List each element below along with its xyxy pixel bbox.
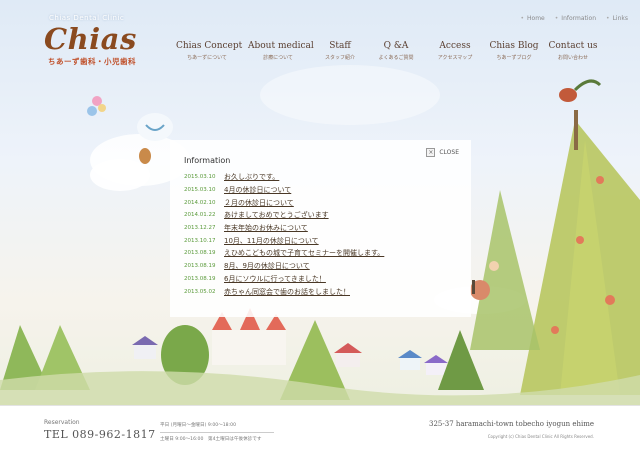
bullet-icon: • (554, 15, 559, 22)
phone-number[interactable]: TEL 089-962-1817 (44, 428, 156, 441)
news-date: 2013.10.17 (184, 237, 216, 244)
panel-title: Information (184, 156, 231, 165)
news-date: 2013.12.27 (184, 225, 216, 232)
nav-label: Chias Concept (176, 41, 243, 51)
news-item: 2014.01.22 あけましておめでとうございます (184, 209, 459, 222)
news-date: 2013.08.19 (184, 250, 216, 257)
hours-weekday: 平日 (月曜日～金曜日) 9:00～18:00 (160, 423, 236, 428)
news-link[interactable]: お久しぶりです。 (224, 172, 279, 182)
news-link[interactable]: 4月の休診日について (224, 185, 291, 195)
nav-sublabel: ちあーずについて (187, 55, 227, 61)
news-date: 2013.08.19 (184, 275, 216, 282)
news-item: 2013.05.02 赤ちゃん同窓会で歯のお話をしました！ (184, 285, 459, 298)
nav-sublabel: 診療について (263, 55, 293, 61)
opening-hours: 平日 (月曜日～金曜日) 9:00～18:00 土曜日 9:00～16:00 第… (160, 419, 274, 446)
top-link-label: Information (561, 15, 597, 22)
nav-sublabel: スタッフ紹介 (324, 55, 355, 61)
close-label: CLOSE (439, 149, 459, 156)
nav-item-medical[interactable]: About medical 診療について (248, 41, 314, 61)
nav-label: Staff (329, 41, 351, 51)
news-link[interactable]: 赤ちゃん同窓会で歯のお話をしました！ (224, 287, 350, 297)
news-date: 2013.05.02 (184, 288, 216, 295)
main-nav: Chias Concept ちあーずについて About medical 診療に… (0, 41, 640, 71)
bullet-icon: • (606, 15, 610, 22)
news-item: 2015.03.10 4月の休診日について (184, 184, 459, 197)
nav-sublabel: お問い合わせ (557, 55, 588, 61)
nav-label: Access (439, 41, 471, 51)
top-link-label: Links (612, 15, 628, 22)
news-link[interactable]: 6月にソウルに行ってきました！ (224, 274, 326, 284)
nav-label: About medical (248, 41, 314, 51)
news-link[interactable]: 年末年始のお休みについて (224, 223, 308, 233)
news-link[interactable]: 8月、9月の休診日について (224, 261, 310, 271)
utility-links: • Home • Information • Links (520, 15, 628, 22)
top-link-links[interactable]: • Links (606, 15, 628, 22)
news-item: 2013.12.27 年末年始のお休みについて (184, 222, 459, 235)
address: 325-37 haramachi-town tobecho iyogun ehi… (429, 420, 594, 428)
news-date: 2014.02.10 (184, 199, 216, 206)
news-item: 2015.03.10 お久しぶりです。 (184, 171, 459, 184)
news-date: 2015.03.10 (184, 174, 216, 181)
top-link-information[interactable]: • Information (555, 15, 596, 22)
bullet-icon: • (520, 15, 525, 22)
news-link[interactable]: ２月の休診日について (224, 198, 294, 208)
nav-sublabel: アクセスマップ (437, 55, 473, 61)
nav-label: Q &A (383, 41, 409, 51)
close-icon: × (426, 148, 436, 157)
nav-sublabel: ちあーずブログ (496, 55, 532, 61)
close-button[interactable]: × CLOSE (426, 148, 459, 157)
news-list: 2015.03.10 お久しぶりです。 2015.03.10 4月の休診日について … (184, 171, 459, 298)
copyright: Copyright (c) Chias Dental Clinic All Ri… (487, 434, 594, 439)
nav-label: Contact us (548, 41, 598, 51)
reservation-label: Reservation (44, 419, 80, 426)
news-item: 2014.02.10 ２月の休診日について (184, 196, 459, 209)
news-date: 2014.01.22 (184, 212, 216, 219)
nav-item-concept[interactable]: Chias Concept ちあーずについて (176, 41, 243, 61)
top-link-label: Home (527, 15, 545, 22)
news-link[interactable]: えひめこどもの城で子育てセミナーを開催します。 (224, 248, 384, 258)
news-date: 2013.08.19 (184, 263, 216, 270)
information-panel: Information × CLOSE 2015.03.10 お久しぶりです。 2… (170, 140, 471, 317)
news-date: 2015.03.10 (184, 187, 216, 194)
top-link-home[interactable]: • Home (520, 15, 544, 22)
nav-item-qa[interactable]: Q &A よくあるご質問 (370, 41, 422, 61)
news-link[interactable]: あけましておめでとうございます (224, 210, 329, 220)
news-link[interactable]: 10月、11月の休診日について (224, 236, 319, 246)
nav-item-blog[interactable]: Chias Blog ちあーずブログ (488, 41, 540, 61)
news-item: 2013.08.19 6月にソウルに行ってきました！ (184, 273, 459, 286)
news-item: 2013.10.17 10月、11月の休診日について (184, 234, 459, 247)
news-item: 2013.08.19 8月、9月の休診日について (184, 260, 459, 273)
footer: Reservation TEL 089-962-1817 平日 (月曜日～金曜日… (0, 405, 640, 451)
hours-saturday: 土曜日 9:00～16:00 第4土曜日は午後休診です (160, 437, 262, 442)
nav-item-staff[interactable]: Staff スタッフ紹介 (318, 41, 362, 61)
nav-item-contact[interactable]: Contact us お問い合わせ (548, 41, 598, 61)
nav-item-access[interactable]: Access アクセスマップ (430, 41, 480, 61)
illustration-background: Chias Dental Clinic Chias ちあーず歯科・小児歯科 • H… (0, 0, 640, 405)
nav-sublabel: よくあるご質問 (378, 55, 414, 61)
clinic-name-small: Chias Dental Clinic (49, 14, 125, 22)
news-item: 2013.08.19 えひめこどもの城で子育てセミナーを開催します。 (184, 247, 459, 260)
nav-label: Chias Blog (489, 41, 539, 51)
